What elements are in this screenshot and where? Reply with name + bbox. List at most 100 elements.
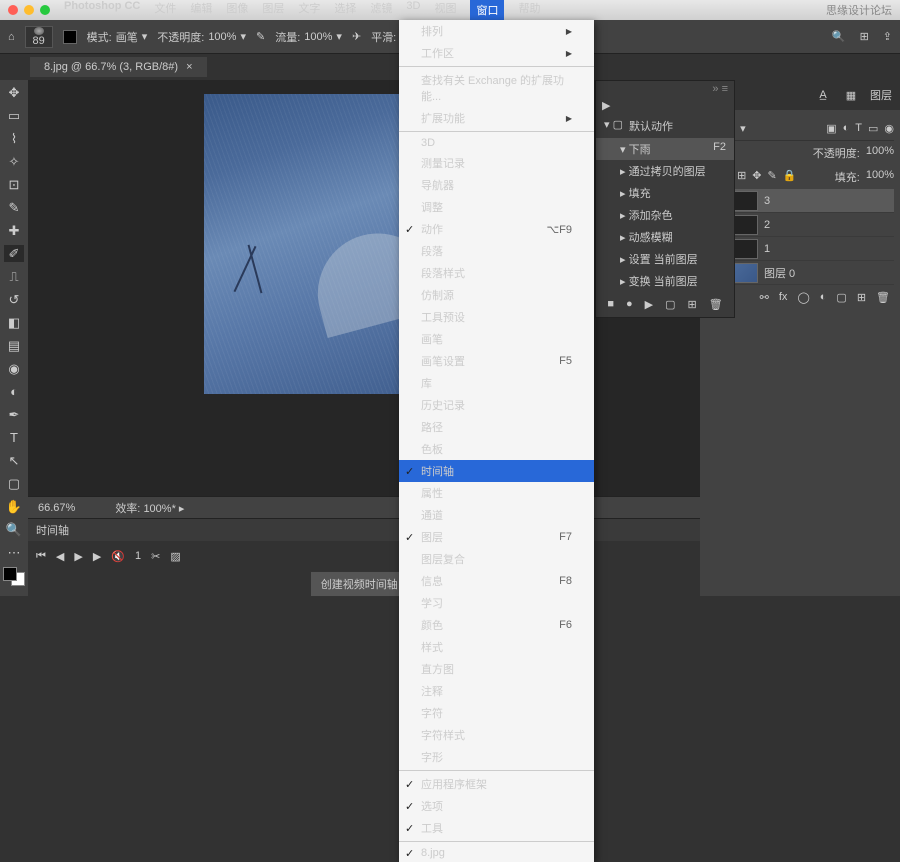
layer-fill[interactable]: 100% (866, 169, 894, 185)
menu-item[interactable]: 字形 (399, 746, 594, 768)
dodge-tool[interactable]: ◐ (4, 383, 24, 400)
menu-3d[interactable]: 3D (406, 0, 420, 20)
menu-view[interactable]: 视图 (434, 0, 456, 20)
action-step[interactable]: ▸ 填充 (596, 182, 734, 204)
lock-icon[interactable]: 🔒 (783, 169, 797, 185)
new-action-icon[interactable]: ⊞ (688, 298, 697, 311)
menu-item[interactable]: 选项 (399, 795, 594, 817)
document-tab[interactable]: 8.jpg @ 66.7% (3, RGB/8#) × (30, 57, 207, 77)
layer-opacity[interactable]: 100% (866, 145, 894, 161)
edit-toolbar[interactable]: ⋯ (4, 544, 24, 561)
tl-play-icon[interactable]: ▶ (74, 550, 82, 563)
workspace-icon[interactable]: ⊞ (860, 30, 869, 43)
action-step[interactable]: ▸ 设置 当前图层 (596, 248, 734, 270)
stop-icon[interactable]: ■ (607, 298, 614, 311)
tl-cut-icon[interactable]: ✂ (151, 550, 160, 563)
opacity-input[interactable]: 100% (208, 31, 236, 43)
group-icon[interactable]: ▢ (836, 291, 846, 304)
shape-tool[interactable]: ▢ (4, 475, 24, 492)
share-icon[interactable]: ⇪ (883, 30, 892, 43)
mask-icon[interactable]: ◯ (797, 291, 809, 304)
eraser-tool[interactable]: ◧ (4, 314, 24, 331)
menu-type[interactable]: 文字 (298, 0, 320, 20)
trash-icon[interactable]: 🗑 (709, 298, 723, 311)
close-window-icon[interactable] (8, 5, 18, 15)
menu-item[interactable]: 注释 (399, 680, 594, 702)
blur-tool[interactable]: ◉ (4, 360, 24, 377)
fx-icon[interactable]: fx (779, 291, 788, 304)
menu-image[interactable]: 图像 (226, 0, 248, 20)
zoom-tool[interactable]: 🔍 (4, 521, 24, 538)
menu-item[interactable]: 段落 (399, 240, 594, 262)
action-step[interactable]: ▸ 动感模糊 (596, 226, 734, 248)
heal-tool[interactable]: ✚ (4, 222, 24, 239)
menu-item[interactable]: 样式 (399, 636, 594, 658)
new-set-icon[interactable]: ▢ (665, 298, 675, 311)
play-action-icon[interactable]: ▶ (602, 100, 610, 112)
menu-item[interactable]: 画笔 (399, 328, 594, 350)
menu-edit[interactable]: 编辑 (190, 0, 212, 20)
char-panel-icon[interactable]: A̲ (814, 86, 832, 104)
tl-audio-icon[interactable]: 🔇 (111, 550, 125, 563)
menu-help[interactable]: 帮助 (518, 0, 540, 20)
menu-item[interactable]: 动作⌥F9 (399, 218, 594, 240)
link-layers-icon[interactable]: ⚯ (760, 291, 769, 304)
filter-adjust-icon[interactable]: ◐ (843, 122, 850, 134)
swatches-panel-icon[interactable]: ▦ (842, 86, 860, 104)
wand-tool[interactable]: ✧ (4, 153, 24, 170)
menu-file[interactable]: 文件 (154, 0, 176, 20)
brush-preview[interactable]: 89 (25, 26, 53, 48)
menu-layer[interactable]: 图层 (262, 0, 284, 20)
lock-pos-icon[interactable]: ✥ (752, 169, 761, 185)
menu-item[interactable]: 学习 (399, 592, 594, 614)
gradient-tool[interactable]: ▤ (4, 337, 24, 354)
menu-item[interactable]: 段落样式 (399, 262, 594, 284)
menu-select[interactable]: 选择 (334, 0, 356, 20)
adjust-layer-icon[interactable]: ◐ (820, 291, 827, 304)
new-layer-icon[interactable]: ⊞ (857, 291, 866, 304)
menu-item[interactable]: 查找有关 Exchange 的扩展功能... (399, 69, 594, 107)
menu-item[interactable]: 8.jpg (399, 844, 594, 862)
tl-prev-icon[interactable]: ◀ (56, 550, 64, 563)
menu-item[interactable]: 扩展功能 (399, 107, 594, 129)
brush-swatch[interactable] (63, 30, 77, 44)
layers-tab[interactable]: 图层 (870, 86, 892, 104)
eyedropper-tool[interactable]: ✎ (4, 199, 24, 216)
hand-tool[interactable]: ✋ (4, 498, 24, 515)
lock-all-icon[interactable]: ⊞ (737, 169, 746, 185)
menu-item[interactable]: 时间轴 (399, 460, 594, 482)
marquee-tool[interactable]: ▭ (4, 107, 24, 124)
pressure-opacity-icon[interactable]: ✎ (256, 30, 265, 43)
menu-window[interactable]: 窗口 (470, 0, 504, 20)
menu-item[interactable]: 信息F8 (399, 570, 594, 592)
menu-item[interactable]: 仿制源 (399, 284, 594, 306)
menu-item[interactable]: 字符 (399, 702, 594, 724)
tl-next-icon[interactable]: ▶ (93, 550, 101, 563)
zoom-value[interactable]: 66.67% (38, 502, 75, 514)
mode-select[interactable]: 画笔 (116, 29, 138, 45)
type-tool[interactable]: T (4, 429, 24, 446)
menu-item[interactable]: 字符样式 (399, 724, 594, 746)
brush-tool[interactable]: ✐ (4, 245, 24, 262)
menu-item[interactable]: 3D (399, 134, 594, 152)
menu-item[interactable]: 排列 (399, 20, 594, 42)
tl-first-icon[interactable]: ⏮ (36, 550, 46, 563)
stamp-tool[interactable]: ⎍ (4, 268, 24, 285)
filter-type-icon[interactable]: T (855, 122, 862, 134)
history-brush-tool[interactable]: ↺ (4, 291, 24, 308)
rec-icon[interactable]: ● (626, 298, 633, 311)
menu-item[interactable]: 应用程序框架 (399, 773, 594, 795)
filter-image-icon[interactable]: ▣ (826, 122, 836, 135)
maximize-window-icon[interactable] (40, 5, 50, 15)
menu-filter[interactable]: 滤镜 (370, 0, 392, 20)
action-step[interactable]: ▸ 通过拷贝的图层 (596, 160, 734, 182)
minimize-window-icon[interactable] (24, 5, 34, 15)
menu-item[interactable]: 测量记录 (399, 152, 594, 174)
airbrush-icon[interactable]: ✈ (352, 30, 361, 43)
filter-smart-icon[interactable]: ◉ (884, 122, 894, 135)
move-tool[interactable]: ✥ (4, 84, 24, 101)
menu-item[interactable]: 库 (399, 372, 594, 394)
action-step[interactable]: ▸ 添加杂色 (596, 204, 734, 226)
menu-item[interactable]: 通道 (399, 504, 594, 526)
pen-tool[interactable]: ✒ (4, 406, 24, 423)
